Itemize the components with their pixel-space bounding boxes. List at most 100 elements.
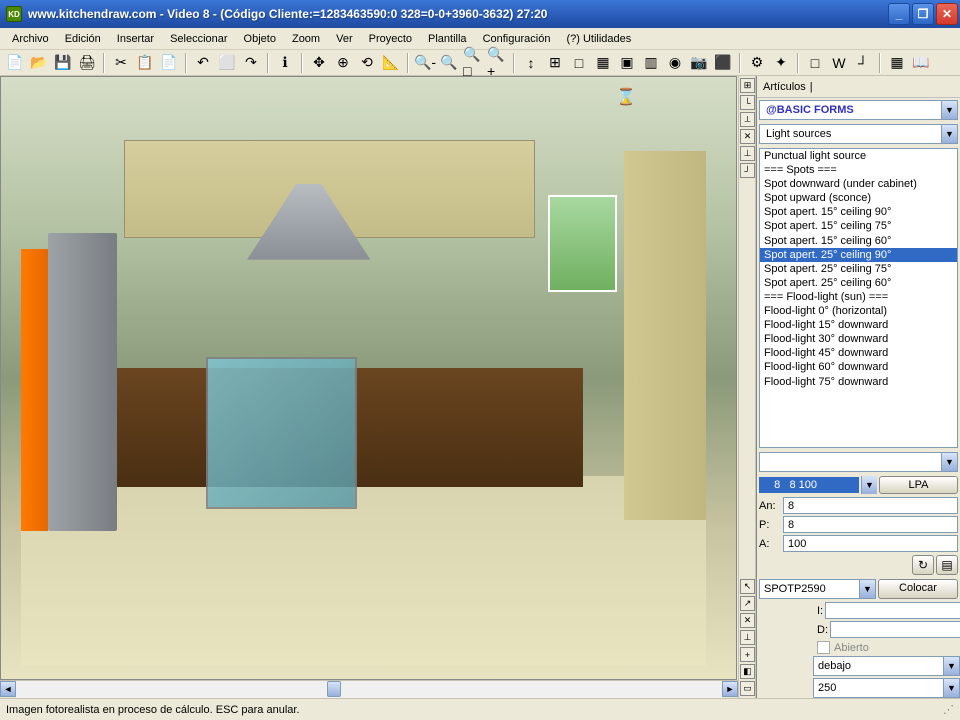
list-item[interactable]: Spot apert. 25° ceiling 75°: [760, 262, 957, 276]
refresh-button[interactable]: ↻: [912, 555, 934, 575]
toolbar-button[interactable]: ⊞: [544, 52, 566, 74]
toolbar-button[interactable]: W: [828, 52, 850, 74]
vert-tool-button[interactable]: ↗: [740, 596, 755, 611]
toolbar-button[interactable]: ↶: [192, 52, 214, 74]
list-item[interactable]: Spot apert. 25° ceiling 90°: [760, 248, 957, 262]
dropdown-arrow-icon[interactable]: ▼: [943, 657, 959, 675]
menu-insertar[interactable]: Insertar: [109, 31, 162, 47]
list-item[interactable]: Spot apert. 25° ceiling 60°: [760, 276, 957, 290]
vert-tool-button[interactable]: ⊥: [740, 630, 755, 645]
dropdown-arrow-icon[interactable]: ▼: [941, 125, 957, 143]
toolbar-button[interactable]: □: [568, 52, 590, 74]
toolbar-button[interactable]: 📋: [134, 52, 156, 74]
depth-input[interactable]: [783, 516, 958, 533]
item-list[interactable]: Punctual light source=== Spots ===Spot d…: [759, 148, 958, 448]
menu-configuracin[interactable]: Configuración: [475, 31, 559, 47]
toolbar-button[interactable]: 🖨: [76, 52, 98, 74]
code-dropdown[interactable]: SPOTP2590 ▼: [759, 579, 876, 599]
vert-tool-button[interactable]: ✕: [740, 129, 755, 144]
vert-tool-button[interactable]: +: [740, 647, 755, 662]
list-item[interactable]: Spot upward (sconce): [760, 191, 957, 205]
list-item[interactable]: Flood-light 15° downward: [760, 318, 957, 332]
list-item[interactable]: Flood-light 75° downward: [760, 375, 957, 389]
toolbar-button[interactable]: ⬜: [216, 52, 238, 74]
place-button[interactable]: Colocar: [878, 579, 958, 599]
lpa-button[interactable]: LPA: [879, 476, 958, 494]
toolbar-button[interactable]: 🔍+: [486, 52, 508, 74]
list-item[interactable]: Flood-light 0° (horizontal): [760, 304, 957, 318]
menu-ver[interactable]: Ver: [328, 31, 361, 47]
alignment-dropdown[interactable]: debajo ▼: [813, 656, 960, 676]
toolbar-button[interactable]: ▣: [616, 52, 638, 74]
list-item[interactable]: Flood-light 60° downward: [760, 360, 957, 374]
toolbar-button[interactable]: 📂: [28, 52, 50, 74]
toolbar-button[interactable]: ⬛: [712, 52, 734, 74]
vert-tool-button[interactable]: ↖: [740, 579, 755, 594]
dropdown-arrow-icon[interactable]: ▼: [941, 101, 957, 119]
toolbar-button[interactable]: ◉: [664, 52, 686, 74]
menu-proyecto[interactable]: Proyecto: [361, 31, 420, 47]
open-checkbox[interactable]: [817, 641, 830, 654]
list-item[interactable]: Flood-light 30° downward: [760, 332, 957, 346]
toolbar-button[interactable]: ┘: [852, 52, 874, 74]
open-checkbox-row[interactable]: Abierto: [817, 641, 958, 654]
scroll-thumb[interactable]: [327, 681, 341, 697]
toolbar-button[interactable]: ⟲: [356, 52, 378, 74]
height-input[interactable]: [783, 535, 958, 552]
toolbar-button[interactable]: ↕: [520, 52, 542, 74]
toolbar-button[interactable]: ⊕: [332, 52, 354, 74]
menu-objeto[interactable]: Objeto: [236, 31, 284, 47]
toolbar-button[interactable]: 🔍□: [462, 52, 484, 74]
toolbar-button[interactable]: □: [804, 52, 826, 74]
menu-archivo[interactable]: Archivo: [4, 31, 57, 47]
3d-viewport[interactable]: ⌛: [0, 76, 737, 680]
horizontal-scrollbar[interactable]: ◄ ►: [0, 680, 738, 698]
close-button[interactable]: ✕: [936, 3, 958, 25]
toolbar-button[interactable]: ✥: [308, 52, 330, 74]
toolbar-button[interactable]: 🔍: [438, 52, 460, 74]
toolbar-button[interactable]: 🔍-: [414, 52, 436, 74]
vert-tool-button[interactable]: └: [740, 95, 755, 110]
vert-tool-button[interactable]: ◧: [740, 664, 755, 679]
toolbar-button[interactable]: 📐: [380, 52, 402, 74]
toolbar-button[interactable]: ✂: [110, 52, 132, 74]
toolbar-button[interactable]: 📄: [4, 52, 26, 74]
dropdown-arrow-icon[interactable]: ▼: [943, 679, 959, 697]
list-button[interactable]: ▤: [936, 555, 958, 575]
dropdown-arrow-icon[interactable]: ▼: [941, 453, 957, 471]
menu-utilidades[interactable]: (?) Utilidades: [558, 31, 639, 47]
toolbar-button[interactable]: 📷: [688, 52, 710, 74]
resize-grip-icon[interactable]: ⋰: [938, 703, 954, 716]
menu-seleccionar[interactable]: Seleccionar: [162, 31, 235, 47]
toolbar-button[interactable]: ℹ: [274, 52, 296, 74]
menu-zoom[interactable]: Zoom: [284, 31, 328, 47]
vert-tool-button[interactable]: ⊥: [740, 146, 755, 161]
width-input[interactable]: [783, 497, 958, 514]
list-item[interactable]: === Flood-light (sun) ===: [760, 290, 957, 304]
preview-strip[interactable]: ▼: [759, 452, 958, 472]
toolbar-button[interactable]: ✦: [770, 52, 792, 74]
menu-plantilla[interactable]: Plantilla: [420, 31, 475, 47]
scroll-left-button[interactable]: ◄: [0, 681, 16, 697]
d-input[interactable]: [830, 621, 960, 638]
toolbar-button[interactable]: ▦: [592, 52, 614, 74]
height-position-dropdown[interactable]: 250 ▼: [813, 678, 960, 698]
catalog-dropdown[interactable]: @BASIC FORMS ▼: [759, 100, 958, 120]
toolbar-button[interactable]: ⚙: [746, 52, 768, 74]
list-item[interactable]: Spot apert. 15° ceiling 90°: [760, 205, 957, 219]
i-input[interactable]: [825, 602, 960, 619]
dropdown-arrow-icon[interactable]: ▼: [861, 476, 877, 494]
toolbar-button[interactable]: ↷: [240, 52, 262, 74]
list-item[interactable]: Spot downward (under cabinet): [760, 177, 957, 191]
toolbar-button[interactable]: 💾: [52, 52, 74, 74]
maximize-button[interactable]: ❐: [912, 3, 934, 25]
scroll-right-button[interactable]: ►: [722, 681, 738, 697]
vert-tool-button[interactable]: ▭: [740, 681, 755, 696]
menu-edicin[interactable]: Edición: [57, 31, 109, 47]
vert-tool-button[interactable]: ⊞: [740, 78, 755, 93]
list-item[interactable]: === Spots ===: [760, 163, 957, 177]
toolbar-button[interactable]: 📖: [910, 52, 932, 74]
list-item[interactable]: Spot apert. 15° ceiling 75°: [760, 219, 957, 233]
minimize-button[interactable]: _: [888, 3, 910, 25]
toolbar-button[interactable]: 📄: [158, 52, 180, 74]
